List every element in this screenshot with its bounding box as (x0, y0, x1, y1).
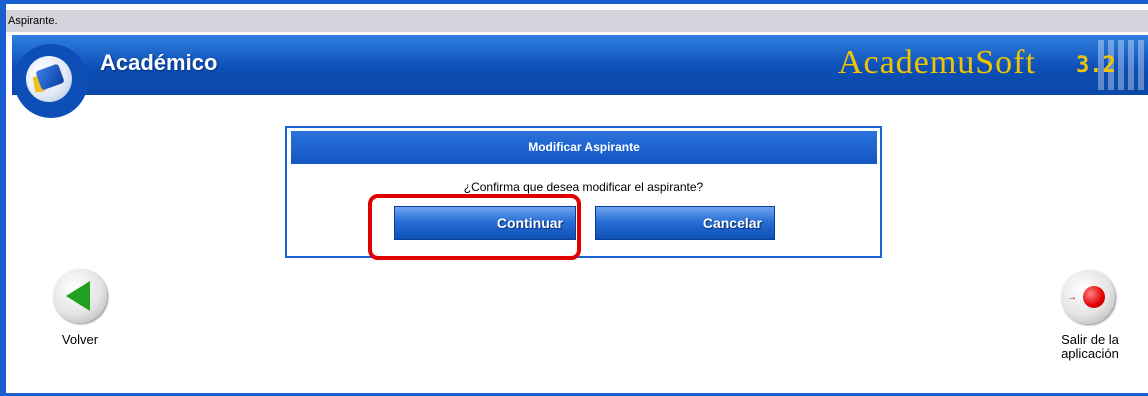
dialog-title: Modificar Aspirante (291, 131, 877, 164)
cancel-button[interactable]: Cancelar (595, 206, 775, 240)
window-title: Aspirante. (6, 10, 1148, 32)
brand-logo: AcademuSoft (838, 44, 1036, 81)
exit-arrow-icon: → (1067, 292, 1077, 303)
app-title: Académico (100, 50, 218, 75)
dialog-question: ¿Confirma que desea modificar el aspiran… (463, 180, 704, 194)
highlight-box (368, 194, 581, 260)
back-label: Volver (61, 332, 99, 347)
brand-version: 3.2 (1076, 53, 1116, 78)
back-arrow-icon (66, 281, 90, 311)
exit-label: Salir de la aplicación (1061, 332, 1119, 361)
exit-icon (1083, 286, 1105, 308)
